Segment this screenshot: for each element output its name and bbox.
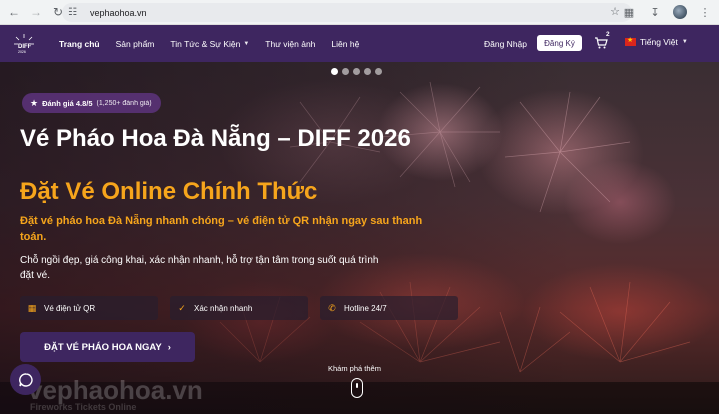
browser-toolbar: ← → ↻ ☷ vephaohoa.vn ☆ ▦ ↧ ⋮ bbox=[0, 0, 719, 25]
cart-count-badge: 2 bbox=[606, 31, 610, 38]
hero-description: Chỗ ngồi đẹp, giá công khai, xác nhận nh… bbox=[20, 255, 379, 281]
hero-title-highlight: Đặt Vé Online Chính Thức bbox=[20, 178, 318, 205]
main-menu: Trang chủ Sản phẩm Tin Tức & Sự Kiện ▼ Th… bbox=[59, 25, 375, 62]
scroll-mouse-icon[interactable] bbox=[351, 378, 363, 398]
more-menu-icon[interactable]: ⋮ bbox=[697, 4, 713, 20]
star-icon: ★ bbox=[30, 97, 39, 108]
hero-subtitle: Đặt vé pháo hoa Đà Nẵng nhanh chóng – vé… bbox=[20, 215, 423, 243]
vietnam-flag-icon bbox=[625, 36, 636, 46]
slide-dot[interactable] bbox=[342, 68, 349, 75]
menu-item-products[interactable]: Sản phẩm bbox=[116, 39, 155, 49]
slide-dot[interactable] bbox=[375, 68, 382, 75]
rating-badge: ★ Đánh giá 4.8/5 (1,250+ đánh giá) bbox=[22, 93, 161, 113]
bookmark-star-icon[interactable]: ☆ bbox=[610, 5, 620, 18]
feature-list: ▦ Vé điện tử QR ✓ Xác nhận nhanh ✆ Hotli… bbox=[20, 296, 458, 320]
slide-dot[interactable] bbox=[331, 68, 338, 75]
feature-label: Vé điện tử QR bbox=[44, 303, 96, 313]
slider-dots bbox=[331, 68, 382, 75]
qr-icon: ▦ bbox=[27, 302, 37, 313]
url-text: vephaohoa.vn bbox=[90, 7, 147, 18]
diff-logo[interactable]: DIFF 2026 bbox=[12, 32, 36, 56]
check-circle-icon: ✓ bbox=[178, 302, 186, 313]
svg-text:2026: 2026 bbox=[18, 50, 26, 54]
menu-item-home[interactable]: Trang chủ bbox=[59, 39, 100, 49]
chat-button[interactable] bbox=[10, 364, 41, 395]
profile-avatar[interactable] bbox=[673, 5, 687, 19]
chevron-right-icon: › bbox=[167, 341, 171, 353]
address-bar[interactable]: ☷ vephaohoa.vn ☆ bbox=[62, 3, 632, 22]
chevron-down-icon: ▼ bbox=[681, 39, 688, 45]
menu-item-news-events[interactable]: Tin Tức & Sự Kiện ▼ bbox=[170, 39, 249, 49]
language-selector[interactable]: Tiếng Việt ▼ bbox=[625, 36, 688, 47]
feature-label: Hotline 24/7 bbox=[344, 303, 387, 313]
rating-count: (1,250+ đánh giá) bbox=[96, 99, 152, 107]
language-label: Tiếng Việt bbox=[640, 37, 678, 47]
hero-title: Vé Pháo Hoa Đà Nẵng – DIFF 2026 bbox=[20, 125, 411, 152]
register-button[interactable]: Đăng Ký bbox=[537, 35, 582, 51]
forward-icon[interactable]: → bbox=[28, 4, 44, 20]
cta-label: ĐẶT VÉ PHÁO HOA NGAY bbox=[44, 341, 162, 353]
site-header: DIFF 2026 Trang chủ Sản phẩm Tin Tức & S… bbox=[0, 25, 719, 62]
rating-score: Đánh giá 4.8/5 bbox=[42, 98, 93, 108]
site-settings-icon[interactable]: ☷ bbox=[68, 7, 82, 18]
slide-dot[interactable] bbox=[364, 68, 371, 75]
chat-bubble-icon bbox=[18, 372, 33, 387]
phone-icon: ✆ bbox=[328, 302, 336, 313]
feature-hotline: ✆ Hotline 24/7 bbox=[320, 296, 458, 320]
watermark-subtext: Fireworks Tickets Online bbox=[30, 402, 137, 412]
hero-banner: ★ Đánh giá 4.8/5 (1,250+ đánh giá) Vé Ph… bbox=[0, 62, 719, 414]
feature-qr: ▦ Vé điện tử QR bbox=[20, 296, 158, 320]
menu-item-contact[interactable]: Liên hệ bbox=[331, 39, 359, 49]
feature-label: Xác nhận nhanh bbox=[194, 303, 253, 313]
feature-fast-confirm: ✓ Xác nhận nhanh bbox=[170, 296, 308, 320]
explore-more-label[interactable]: Khám phá thêm bbox=[328, 364, 381, 373]
download-icon[interactable]: ↧ bbox=[647, 4, 663, 20]
login-link[interactable]: Đăng Nhập bbox=[484, 39, 527, 49]
slide-dot[interactable] bbox=[353, 68, 360, 75]
menu-item-gallery[interactable]: Thư viện ảnh bbox=[265, 39, 315, 49]
book-tickets-button[interactable]: ĐẶT VÉ PHÁO HOA NGAY › bbox=[20, 332, 195, 362]
cart-icon[interactable] bbox=[594, 36, 608, 50]
extensions-icon[interactable]: ▦ bbox=[621, 4, 637, 20]
back-icon[interactable]: ← bbox=[6, 4, 22, 20]
chevron-down-icon: ▼ bbox=[243, 40, 250, 47]
